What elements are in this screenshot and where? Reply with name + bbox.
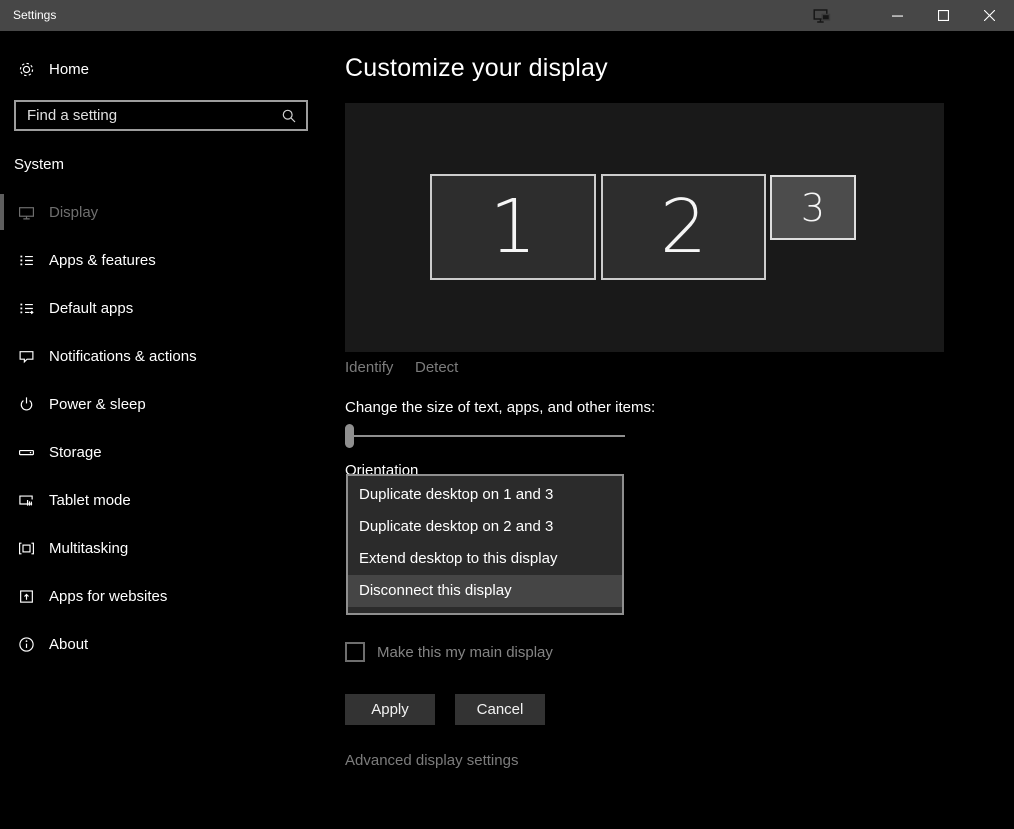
gear-icon [18, 61, 35, 78]
sidebar-item-notifications[interactable]: Notifications & actions [0, 332, 330, 380]
dropdown-option-disconnect[interactable]: Disconnect this display [348, 575, 622, 607]
monitor-3-selected[interactable]: 3 [770, 175, 856, 240]
sidebar-item-label: About [49, 636, 88, 653]
project-display-icon [812, 7, 832, 25]
power-icon [18, 396, 35, 413]
identify-link[interactable]: Identify [345, 359, 393, 376]
close-button[interactable] [966, 0, 1012, 31]
default-apps-icon [18, 300, 35, 317]
monitor-number: 1 [489, 184, 536, 270]
scale-slider-thumb[interactable] [345, 424, 354, 448]
cancel-button[interactable]: Cancel [455, 694, 545, 725]
sidebar-item-label: Multitasking [49, 540, 128, 557]
sidebar-item-about[interactable]: About [0, 620, 330, 668]
page-title: Customize your display [345, 54, 608, 83]
dropdown-option-duplicate-1-3[interactable]: Duplicate desktop on 1 and 3 [348, 479, 622, 511]
maximize-button[interactable] [920, 0, 966, 31]
main-display-checkbox-label: Make this my main display [377, 644, 553, 661]
detect-link[interactable]: Detect [415, 359, 458, 376]
sidebar-item-label: Storage [49, 444, 102, 461]
sidebar-item-power-sleep[interactable]: Power & sleep [0, 380, 330, 428]
sidebar-item-default-apps[interactable]: Default apps [0, 284, 330, 332]
sidebar-item-home[interactable]: Home [0, 45, 330, 93]
window-title: Settings [13, 8, 56, 22]
scale-slider-label: Change the size of text, apps, and other… [345, 399, 655, 416]
multitasking-icon [18, 540, 35, 557]
advanced-display-settings-link[interactable]: Advanced display settings [345, 752, 518, 769]
monitor-arrangement-panel: 1 2 3 [345, 103, 944, 352]
sidebar-item-multitasking[interactable]: Multitasking [0, 524, 330, 572]
main-display-checkbox[interactable] [345, 642, 365, 662]
sidebar-section-system: System [14, 156, 64, 173]
sidebar-item-tablet-mode[interactable]: Tablet mode [0, 476, 330, 524]
sidebar-item-apps-for-websites[interactable]: Apps for websites [0, 572, 330, 620]
sidebar-item-label: Default apps [49, 300, 133, 317]
sidebar-item-label: Apps & features [49, 252, 156, 269]
scale-slider-track[interactable] [345, 435, 625, 437]
apps-features-icon [18, 252, 35, 269]
home-label: Home [49, 61, 89, 78]
dropdown-option-duplicate-2-3[interactable]: Duplicate desktop on 2 and 3 [348, 511, 622, 543]
storage-icon [18, 444, 35, 461]
monitor-1[interactable]: 1 [430, 174, 596, 280]
sidebar-item-label: Apps for websites [49, 588, 167, 605]
search-icon [281, 108, 297, 124]
monitor-2[interactable]: 2 [601, 174, 766, 280]
monitor-number: 2 [660, 184, 707, 270]
apply-button[interactable]: Apply [345, 694, 435, 725]
minimize-button[interactable] [874, 0, 920, 31]
sidebar-item-storage[interactable]: Storage [0, 428, 330, 476]
maximize-icon [938, 10, 949, 21]
settings-window: Settings Home System [0, 0, 1014, 829]
search-input[interactable] [16, 107, 281, 124]
selected-indicator [0, 194, 4, 230]
monitor-number: 3 [801, 186, 825, 230]
sidebar-item-label: Notifications & actions [49, 348, 197, 365]
sidebar-item-label: Tablet mode [49, 492, 131, 509]
sidebar-item-apps-features[interactable]: Apps & features [0, 236, 330, 284]
dropdown-option-extend[interactable]: Extend desktop to this display [348, 543, 622, 575]
notifications-icon [18, 348, 35, 365]
sidebar-item-label: Power & sleep [49, 396, 146, 413]
sidebar-item-display[interactable]: Display [0, 188, 330, 236]
minimize-icon [892, 10, 903, 21]
display-mode-dropdown: Duplicate desktop on 1 and 3 Duplicate d… [346, 474, 624, 615]
tablet-mode-icon [18, 492, 35, 509]
close-icon [984, 10, 995, 21]
about-icon [18, 636, 35, 653]
apps-websites-icon [18, 588, 35, 605]
sidebar-item-label: Display [49, 204, 98, 221]
titlebar: Settings [0, 0, 1014, 31]
main-display-checkbox-row: Make this my main display [345, 642, 553, 662]
display-icon [18, 204, 35, 221]
search-box[interactable] [14, 100, 308, 131]
